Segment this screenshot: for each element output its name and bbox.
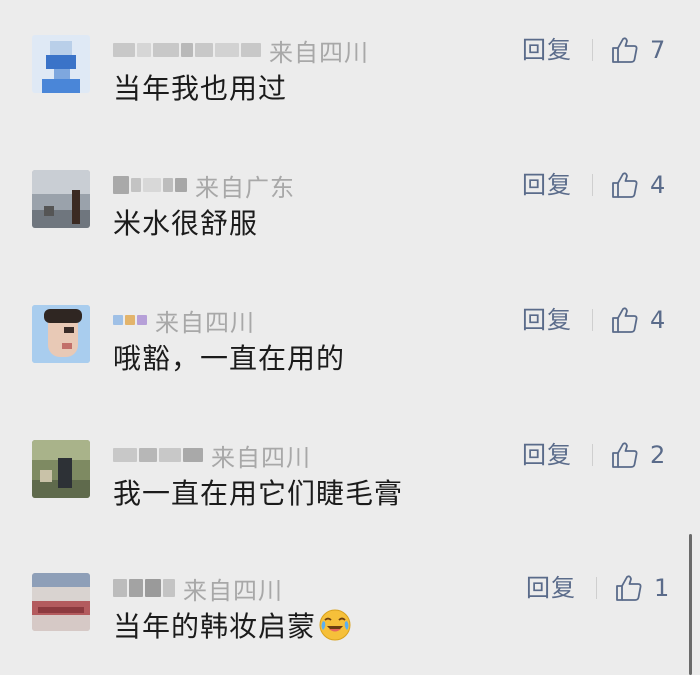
comment-item: 来自四川 哦豁，一直在用的 回复 4 [0, 305, 700, 405]
nickname-blurred[interactable] [113, 573, 177, 603]
thumbs-up-icon[interactable] [610, 35, 640, 65]
comment-text: 哦豁，一直在用的 [113, 342, 346, 375]
reply-button[interactable]: 回复 [522, 35, 572, 65]
comment-item: 来自四川 当年的韩妆启蒙 回复 1 [0, 573, 700, 673]
comment-list: 来自四川 当年我也用过 回复 7 来自广东 米水很舒服 回复 4 来自四川 哦豁… [0, 0, 700, 675]
avatar[interactable] [32, 170, 90, 228]
like-count: 2 [650, 441, 666, 469]
like-count: 4 [650, 306, 666, 334]
region-label: 来自广东 [195, 173, 295, 202]
divider [592, 39, 593, 61]
comment-header: 来自四川 [113, 573, 283, 605]
nickname-blurred[interactable] [113, 305, 149, 335]
comment-header: 来自四川 [113, 35, 369, 67]
nickname-blurred[interactable] [113, 440, 205, 470]
like-count: 1 [654, 574, 670, 602]
crying-laughing-emoji-icon [319, 609, 351, 641]
comment-text: 当年我也用过 [113, 72, 288, 105]
avatar[interactable] [32, 573, 90, 631]
divider [592, 309, 593, 331]
avatar[interactable] [32, 35, 90, 93]
nickname-blurred[interactable] [113, 35, 263, 65]
like-count: 4 [650, 171, 666, 199]
divider [596, 577, 597, 599]
reply-button[interactable]: 回复 [522, 305, 572, 335]
reply-button[interactable]: 回复 [522, 440, 572, 470]
region-label: 来自四川 [269, 38, 369, 67]
comment-header: 来自广东 [113, 170, 295, 202]
region-label: 来自四川 [183, 576, 283, 605]
thumbs-up-icon[interactable] [610, 305, 640, 335]
comment-item: 来自四川 我一直在用它们睫毛膏 回复 2 [0, 440, 700, 540]
scrollbar[interactable] [689, 534, 692, 675]
comment-text: 米水很舒服 [113, 207, 259, 240]
like-count: 7 [650, 36, 666, 64]
thumbs-up-icon[interactable] [614, 573, 644, 603]
avatar[interactable] [32, 440, 90, 498]
region-label: 来自四川 [211, 443, 311, 472]
reply-button[interactable]: 回复 [526, 573, 576, 603]
thumbs-up-icon[interactable] [610, 170, 640, 200]
region-label: 来自四川 [155, 308, 255, 337]
thumbs-up-icon[interactable] [610, 440, 640, 470]
comment-text: 当年的韩妆启蒙 [113, 605, 352, 645]
comment-text: 我一直在用它们睫毛膏 [113, 477, 404, 510]
comment-item: 来自四川 当年我也用过 回复 7 [0, 35, 700, 135]
reply-button[interactable]: 回复 [522, 170, 572, 200]
comment-header: 来自四川 [113, 440, 311, 472]
divider [592, 174, 593, 196]
divider [592, 444, 593, 466]
comment-header: 来自四川 [113, 305, 255, 337]
avatar[interactable] [32, 305, 90, 363]
comment-text-content: 当年的韩妆启蒙 [113, 610, 317, 643]
nickname-blurred[interactable] [113, 170, 189, 200]
comment-item: 来自广东 米水很舒服 回复 4 [0, 170, 700, 270]
